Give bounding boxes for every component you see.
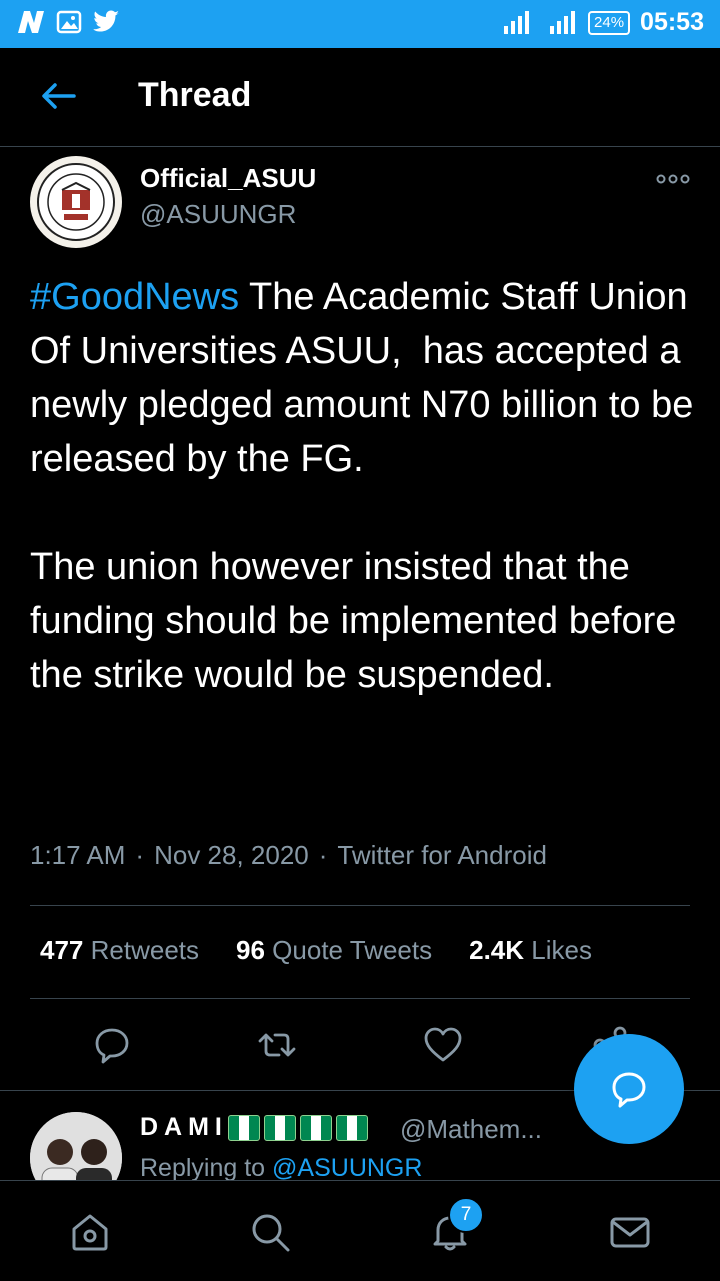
arrow-left-icon[interactable]	[40, 81, 76, 111]
meta-separator: ·	[135, 840, 145, 870]
twitter-bird-icon	[93, 10, 119, 32]
like-heart-icon[interactable]	[423, 1025, 463, 1065]
quote-tweets-stat[interactable]: 96 Quote Tweets	[236, 935, 432, 966]
nigeria-flag-icon	[263, 1114, 296, 1141]
page-title: Thread	[138, 76, 252, 114]
home-icon[interactable]	[69, 1211, 111, 1253]
n-app-icon	[18, 11, 44, 33]
tweet-time: 1:17 AM	[30, 840, 126, 870]
reply-icon[interactable]	[92, 1025, 132, 1065]
compose-reply-button[interactable]	[574, 1034, 684, 1144]
messages-mail-icon[interactable]	[609, 1211, 651, 1253]
divider	[30, 905, 690, 906]
tweet-stats: 477 Retweets 96 Quote Tweets 2.4K Likes	[40, 935, 592, 966]
status-left-icons	[16, 9, 120, 35]
author-name[interactable]: Official_ASUU	[140, 163, 316, 194]
tweet-text: #GoodNews The Academic Staff Union Of Un…	[30, 270, 695, 702]
author-handle[interactable]: @ASUUNGR	[140, 199, 296, 230]
replying-to-link[interactable]: @ASUUNGR	[272, 1154, 422, 1182]
retweet-icon[interactable]	[257, 1025, 297, 1065]
bottom-navigation: 7	[0, 1180, 720, 1281]
asuu-logo-icon	[37, 163, 115, 241]
tweet-meta: 1:17 AM · Nov 28, 2020 · Twitter for And…	[30, 840, 547, 871]
nigeria-flag-icon	[335, 1114, 368, 1141]
reply-author-name[interactable]: DAMI	[140, 1113, 372, 1142]
reply-bubble-icon	[612, 1072, 646, 1108]
nigeria-flag-icon	[299, 1114, 332, 1141]
status-time: 05:53	[640, 8, 704, 36]
image-icon	[56, 10, 82, 34]
reply-author-handle[interactable]: @Mathem...	[400, 1114, 542, 1145]
signal-icon	[504, 10, 530, 34]
replying-to: Replying to @ASUUNGR	[140, 1154, 423, 1182]
tweet-date: Nov 28, 2020	[154, 840, 309, 870]
status-bar: 24% 05:53	[0, 0, 720, 48]
author-avatar[interactable]	[30, 156, 122, 248]
more-options-icon[interactable]	[656, 172, 690, 186]
nigeria-flag-icon	[227, 1114, 260, 1141]
thread-header: Thread	[0, 48, 720, 147]
status-right-icons: 24% 05:53	[502, 8, 704, 37]
search-icon[interactable]	[249, 1211, 291, 1253]
notifications-badge: 7	[448, 1197, 484, 1233]
divider	[30, 998, 690, 999]
battery-indicator: 24%	[588, 10, 631, 35]
meta-separator: ·	[318, 840, 328, 870]
likes-stat[interactable]: 2.4K Likes	[469, 935, 592, 966]
tweet-source[interactable]: Twitter for Android	[337, 840, 547, 871]
tweet-text-content: The Academic Staff Union Of Universities…	[30, 276, 694, 696]
signal-icon-secondary	[550, 10, 576, 34]
hashtag-link[interactable]: #GoodNews	[30, 276, 239, 318]
retweets-stat[interactable]: 477 Retweets	[40, 935, 199, 966]
